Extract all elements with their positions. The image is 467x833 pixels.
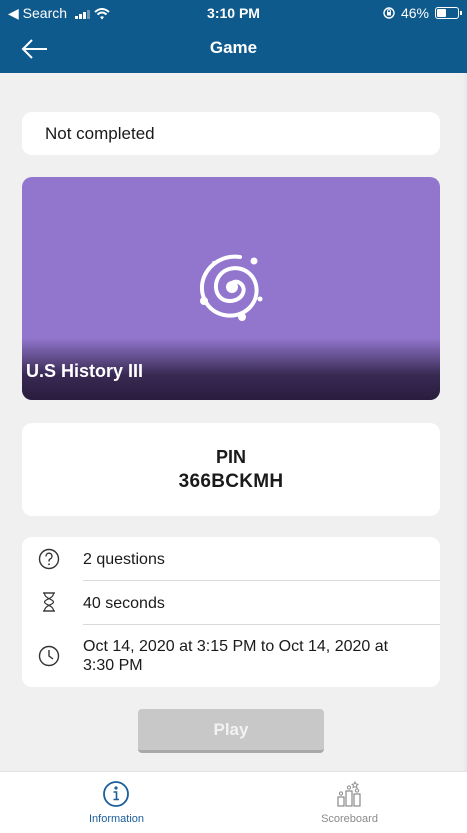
battery-percent: 46%	[400, 5, 429, 21]
game-banner: U.S History III	[22, 177, 440, 400]
play-button[interactable]: Play	[138, 709, 324, 753]
hourglass-icon	[43, 592, 55, 612]
info-icon	[103, 781, 129, 807]
detail-schedule-text: Oct 14, 2020 at 3:15 PM to Oct 14, 2020 …	[83, 638, 389, 674]
pin-card: PIN 366BCKMH	[22, 423, 440, 516]
battery-icon	[435, 7, 462, 19]
battery-fill	[437, 9, 446, 17]
tab-scoreboard[interactable]: Scoreboard	[233, 772, 466, 833]
navigation-bar: Game	[0, 26, 467, 73]
detail-row-questions: 2 questions	[22, 537, 440, 580]
pin-value: 366BCKMH	[178, 471, 284, 492]
game-details-card: 2 questions 40 seconds Oct 14, 2020 at 3…	[22, 537, 440, 687]
edge-shadow	[463, 73, 467, 771]
question-circle-icon	[38, 548, 60, 570]
orientation-lock-icon	[383, 7, 395, 19]
status-right: 46%	[383, 5, 462, 21]
completion-status-text: Not completed	[45, 124, 155, 143]
detail-row-schedule: Oct 14, 2020 at 3:15 PM to Oct 14, 2020 …	[22, 625, 440, 687]
scoreboard-icon	[337, 780, 361, 807]
tab-bar: Information Scoreboard	[0, 771, 467, 833]
detail-row-duration: 40 seconds	[22, 581, 440, 624]
tab-information-label: Information	[88, 813, 145, 825]
game-title: U.S History III	[26, 361, 144, 381]
page-title: Game	[209, 38, 258, 57]
spiral-galaxy-icon	[200, 254, 263, 321]
detail-questions-text: 2 questions	[83, 551, 165, 568]
tab-scoreboard-label: Scoreboard	[321, 813, 378, 825]
tab-information[interactable]: Information	[0, 772, 233, 833]
status-bar: ◀ Search 3:10 PM 46%	[0, 0, 467, 26]
pin-label: PIN	[215, 447, 246, 467]
clock-icon	[38, 645, 60, 667]
detail-duration-text: 40 seconds	[83, 595, 165, 612]
completion-status-card: Not completed	[22, 112, 440, 155]
